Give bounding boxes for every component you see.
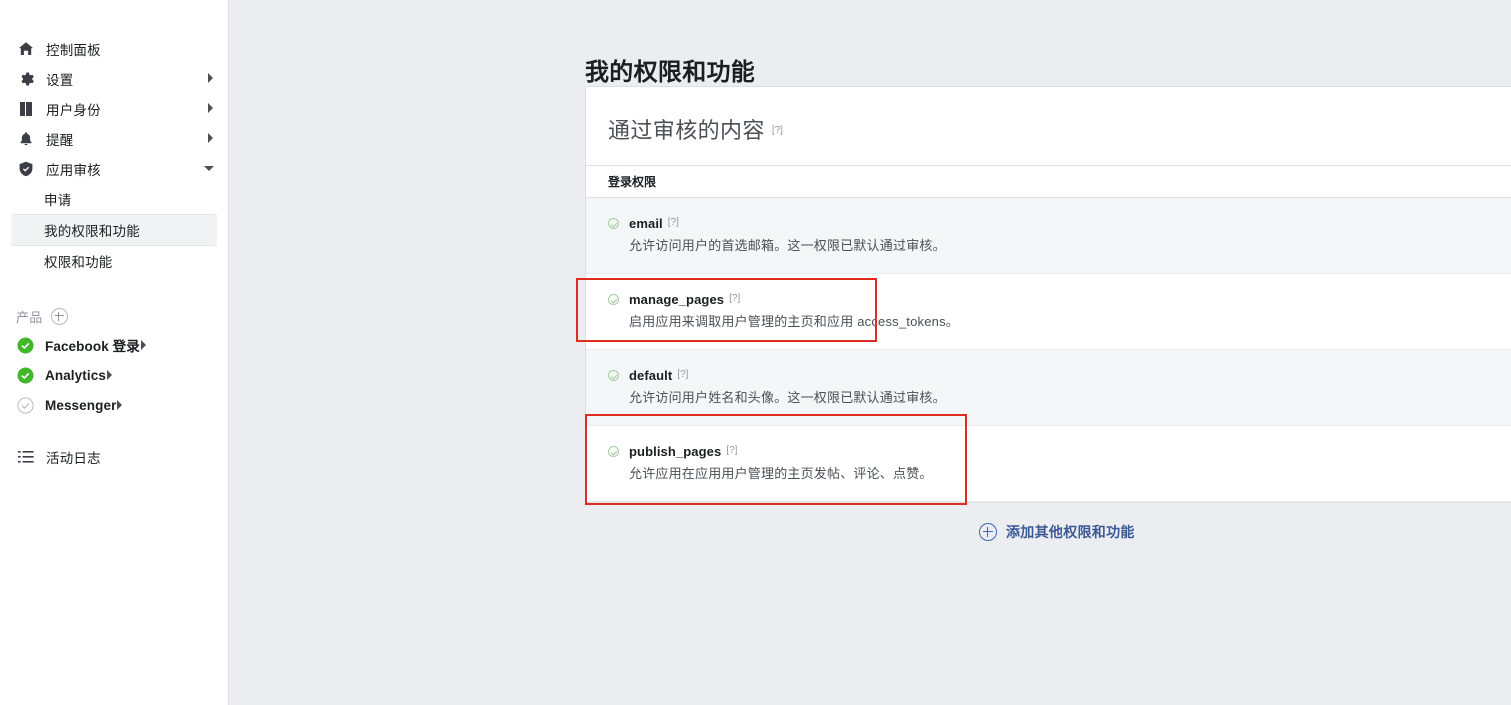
add-more-permissions-link[interactable]: 添加其他权限和功能 — [979, 522, 1135, 542]
sidebar: 控制面板 设置 用户身份 提醒 应用审核 申请 我的权限和功能 权限和功能 产品… — [0, 0, 229, 705]
sidebar-product-analytics[interactable]: Analytics — [0, 360, 228, 390]
sidebar-item-alerts[interactable]: 提醒 — [0, 124, 228, 154]
permission-description: 允许访问用户的首选邮箱。这一权限已默认通过审核。 — [629, 238, 946, 253]
gear-icon — [16, 69, 36, 89]
products-section-title: 产品 — [16, 309, 43, 325]
sidebar-subitem-permissions-label: 权限和功能 — [44, 255, 113, 270]
sidebar-product-analytics-label: Analytics — [45, 367, 106, 383]
card-title-help-icon[interactable]: [?] — [772, 125, 783, 136]
sidebar-subitem-applications[interactable]: 申请 — [0, 184, 228, 214]
chevron-right-icon — [207, 73, 214, 85]
check-circle-filled-icon — [16, 366, 34, 384]
table-column-header: 登录权限 — [586, 165, 1511, 198]
permission-name: email — [629, 216, 663, 231]
sidebar-item-activity-log-label: 活动日志 — [46, 451, 101, 466]
sidebar-subitem-my-permissions[interactable]: 我的权限和功能 — [11, 214, 217, 246]
permission-name: manage_pages — [629, 292, 725, 307]
sidebar-subitem-applications-label: 申请 — [44, 193, 72, 208]
sidebar-item-dashboard[interactable]: 控制面板 — [0, 34, 228, 64]
sidebar-item-user-identity[interactable]: 用户身份 — [0, 94, 228, 124]
sidebar-product-messenger[interactable]: Messenger — [0, 390, 228, 420]
card-title: 通过审核的内容 — [608, 118, 765, 143]
sidebar-item-settings-label: 设置 — [46, 73, 74, 88]
sidebar-item-user-identity-label: 用户身份 — [46, 103, 101, 118]
permission-help-icon[interactable]: [?] — [726, 445, 737, 456]
sidebar-product-facebook-login-label: Facebook 登录 — [45, 339, 140, 354]
permission-name: publish_pages — [629, 444, 722, 459]
sidebar-subitem-my-permissions-label: 我的权限和功能 — [44, 224, 140, 239]
table-row[interactable]: email [?] 允许访问用户的首选邮箱。这一权限已默认通过审核。 — [586, 198, 1511, 274]
bell-icon — [16, 129, 36, 149]
sidebar-subitem-permissions[interactable]: 权限和功能 — [0, 246, 228, 276]
sidebar-item-settings[interactable]: 设置 — [0, 64, 228, 94]
id-badge-icon — [16, 99, 36, 119]
permission-name-line: publish_pages [?] — [608, 444, 1511, 459]
chevron-right-icon — [140, 338, 147, 353]
check-circle-outline-icon — [16, 396, 34, 414]
sidebar-item-dashboard-label: 控制面板 — [46, 43, 101, 58]
check-circle-icon — [608, 446, 619, 457]
products-section-header: 产品 — [0, 302, 228, 330]
home-icon — [16, 39, 36, 59]
table-row[interactable]: default [?] 允许访问用户姓名和头像。这一权限已默认通过审核。 — [586, 350, 1511, 426]
permission-help-icon[interactable]: [?] — [668, 217, 679, 228]
table-row[interactable]: manage_pages [?] 启用应用来调取用户管理的主页和应用 acces… — [586, 274, 1511, 350]
main-content: 我的权限和功能 通过审核的内容 [?] 登录权限 email [?] 允许访问用… — [229, 0, 1511, 705]
sidebar-item-activity-log[interactable]: 活动日志 — [0, 442, 228, 472]
page-title: 我的权限和功能 — [585, 59, 756, 87]
check-circle-icon — [608, 218, 619, 229]
check-circle-icon — [608, 370, 619, 381]
list-icon — [16, 447, 36, 467]
permission-name-line: email [?] — [608, 216, 1511, 231]
sidebar-item-app-review-label: 应用审核 — [46, 163, 101, 178]
permission-name-line: default [?] — [608, 368, 1511, 383]
chevron-right-icon — [116, 398, 123, 413]
permission-description: 允许访问用户姓名和头像。这一权限已默认通过审核。 — [629, 390, 946, 405]
shield-check-icon — [16, 159, 36, 179]
card-header: 通过审核的内容 [?] — [586, 87, 1511, 165]
permission-description: 允许应用在应用用户管理的主页发帖、评论、点赞。 — [629, 466, 933, 481]
permission-name-line: manage_pages [?] — [608, 292, 1511, 307]
add-more-permissions-label: 添加其他权限和功能 — [1006, 524, 1135, 540]
sidebar-item-app-review[interactable]: 应用审核 — [0, 154, 228, 184]
sidebar-product-facebook-login[interactable]: Facebook 登录 — [0, 330, 228, 360]
sidebar-item-alerts-label: 提醒 — [46, 133, 74, 148]
chevron-right-icon — [207, 103, 214, 115]
add-product-button[interactable] — [50, 307, 68, 325]
permission-help-icon[interactable]: [?] — [677, 369, 688, 380]
chevron-right-icon — [207, 133, 214, 145]
permission-help-icon[interactable]: [?] — [729, 293, 740, 304]
check-circle-filled-icon — [16, 336, 34, 354]
sidebar-product-messenger-label: Messenger — [45, 397, 117, 413]
app-root: 控制面板 设置 用户身份 提醒 应用审核 申请 我的权限和功能 权限和功能 产品… — [0, 0, 1511, 705]
permission-description: 启用应用来调取用户管理的主页和应用 access_tokens。 — [629, 314, 960, 329]
chevron-down-icon — [204, 165, 214, 174]
table-row[interactable]: publish_pages [?] 允许应用在应用用户管理的主页发帖、评论、点赞… — [586, 426, 1511, 502]
check-circle-icon — [608, 294, 619, 305]
chevron-right-icon — [106, 368, 113, 383]
permission-name: default — [629, 368, 673, 383]
plus-circle-icon — [979, 523, 997, 541]
approved-items-card: 通过审核的内容 [?] 登录权限 email [?] 允许访问用户的首选邮箱。这… — [585, 86, 1511, 503]
